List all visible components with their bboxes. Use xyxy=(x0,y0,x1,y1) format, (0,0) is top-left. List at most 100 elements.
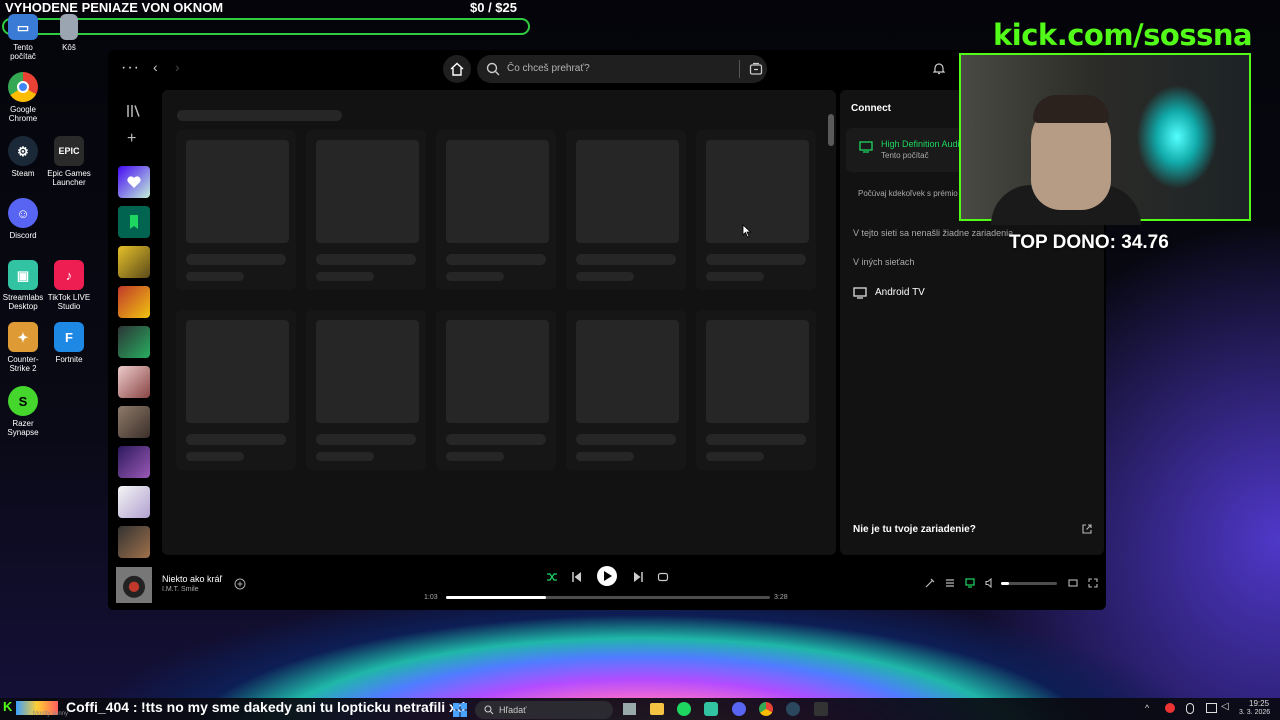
track-artist[interactable]: I.M.T. Smile xyxy=(162,586,199,593)
tray-chevron-icon[interactable]: ^ xyxy=(1145,703,1149,713)
skeleton-card xyxy=(436,130,556,290)
listen-anywhere-text: Počúvaj kdekoľvek s prémiou xyxy=(858,189,958,198)
computer-icon xyxy=(859,141,873,153)
library-icon[interactable] xyxy=(126,104,142,118)
no-devices-text: V tejto sieti sa nenašli žiadne zariaden… xyxy=(853,228,1014,238)
skeleton-card xyxy=(696,130,816,290)
desktop-icon-this-pc[interactable]: ▭ Tento počítač xyxy=(0,14,46,61)
home-button[interactable] xyxy=(443,55,471,83)
queue-icon[interactable] xyxy=(945,578,955,588)
next-icon[interactable] xyxy=(633,571,643,583)
chat-message: !tts no my sme dakedy ani tu lopticku ne… xyxy=(141,699,466,715)
desktop-icon-epic[interactable]: EPIC Epic Games Launcher xyxy=(46,136,92,187)
kick-logo-icon: K xyxy=(3,699,13,714)
miniplayer-icon[interactable] xyxy=(1068,578,1078,588)
task-view-icon[interactable] xyxy=(623,703,636,715)
play-button[interactable] xyxy=(597,566,617,586)
steam-icon[interactable] xyxy=(786,702,800,716)
clock-date[interactable]: 3. 3. 2026 xyxy=(1239,709,1270,716)
chrome-icon[interactable] xyxy=(759,702,773,716)
epic-games-icon: EPIC xyxy=(54,136,84,166)
desktop-icon-fortnite[interactable]: F Fortnite xyxy=(46,322,92,364)
repeat-icon[interactable] xyxy=(657,571,669,583)
playlist-thumb[interactable] xyxy=(118,246,150,278)
desktop-icon-label: Fortnite xyxy=(55,355,83,364)
external-link-icon[interactable] xyxy=(1082,524,1092,534)
playlist-thumb[interactable] xyxy=(118,286,150,318)
desktop-icon-label: Tento počítač xyxy=(10,43,36,61)
volume-slider[interactable] xyxy=(1001,582,1057,585)
not-your-device-link[interactable]: Nie je tu tvoje zariadenie? xyxy=(853,524,976,535)
liked-songs-thumb[interactable] xyxy=(118,166,150,198)
discord-icon[interactable] xyxy=(732,702,746,716)
skeleton-card xyxy=(696,310,816,470)
desktop-icon-label: Razer Synapse xyxy=(7,419,39,437)
add-to-library-icon[interactable] xyxy=(234,578,246,590)
top-donation: TOP DONO: 34.76 xyxy=(1009,232,1169,253)
desktop-icon-steam[interactable]: ⚙ Steam xyxy=(0,136,46,178)
device-android-tv[interactable]: Android TV xyxy=(853,286,973,302)
track-title[interactable]: Niekto ako kráľ xyxy=(162,574,222,584)
volume-icon[interactable] xyxy=(985,578,995,588)
forward-arrow-icon[interactable]: › xyxy=(175,59,180,75)
previous-icon[interactable] xyxy=(572,571,582,583)
playlist-thumb[interactable] xyxy=(118,366,150,398)
back-arrow-icon[interactable]: ‹ xyxy=(153,59,158,75)
saved-episodes-thumb[interactable] xyxy=(118,206,150,238)
shuffle-icon[interactable] xyxy=(546,571,558,583)
skeleton-card xyxy=(566,130,686,290)
speaker-icon[interactable]: ◁ xyxy=(1221,701,1229,712)
skeleton-card xyxy=(176,130,296,290)
connect-device-icon[interactable] xyxy=(965,578,975,588)
weather-text: Mostly sunny xyxy=(33,711,69,717)
connect-title: Connect xyxy=(851,103,891,114)
playlist-thumb[interactable] xyxy=(118,446,150,478)
desktop-icon-razer[interactable]: S Razer Synapse xyxy=(0,386,46,437)
search-divider xyxy=(739,60,740,78)
streamlabs-icon[interactable] xyxy=(704,702,718,716)
desktop-icon-recycle-bin[interactable]: Kôš xyxy=(46,14,92,52)
goal-title: VYHODENE PENIAZE VON OKNOM xyxy=(5,0,224,15)
taskbar-search[interactable]: Hľadať xyxy=(475,701,613,719)
chat-username: Coffi_404 : xyxy=(66,699,138,715)
playlist-thumb[interactable] xyxy=(118,406,150,438)
skeleton-card xyxy=(436,310,556,470)
taskbar: K Coffi_404 : !tts no my sme dakedy ani … xyxy=(0,698,1280,720)
progress-bar[interactable] xyxy=(446,596,770,599)
playlist-thumb[interactable] xyxy=(118,526,150,558)
playlist-thumb[interactable] xyxy=(118,486,150,518)
other-networks-label: V iných sieťach xyxy=(853,257,915,267)
current-device-name: High Definition Audio xyxy=(881,139,965,149)
windows-start-icon[interactable] xyxy=(453,703,467,717)
spotify-window: ··· ‹ › Čo chceš prehrať? + Connect High… xyxy=(108,50,1106,610)
discord-icon: ☺ xyxy=(8,198,38,228)
clock-time[interactable]: 19:25 xyxy=(1249,699,1269,708)
desktop-icon-cs2[interactable]: ✦ Counter-Strike 2 xyxy=(0,322,46,373)
search-bar[interactable]: Čo chceš prehrať? xyxy=(477,55,767,83)
now-playing-view-icon[interactable] xyxy=(925,578,935,588)
scrollbar[interactable] xyxy=(828,114,834,146)
fullscreen-icon[interactable] xyxy=(1088,578,1098,588)
microphone-icon[interactable] xyxy=(1186,703,1194,714)
tray-app-icon[interactable] xyxy=(1165,703,1175,713)
volume-fill xyxy=(1001,582,1010,585)
network-icon[interactable] xyxy=(1206,703,1217,713)
album-cover[interactable] xyxy=(116,567,152,603)
add-icon[interactable]: + xyxy=(127,130,136,148)
skeleton-card xyxy=(176,310,296,470)
desktop-icon-tiktok[interactable]: ♪ TikTok LIVE Studio xyxy=(46,260,92,311)
playlist-thumb[interactable] xyxy=(118,326,150,358)
file-explorer-icon[interactable] xyxy=(650,703,664,715)
spotify-icon[interactable] xyxy=(677,702,691,716)
computer-icon: ▭ xyxy=(8,14,38,40)
desktop-icon-discord[interactable]: ☺ Discord xyxy=(0,198,46,240)
menu-dots-icon[interactable]: ··· xyxy=(121,59,140,77)
bell-icon[interactable] xyxy=(933,62,945,75)
home-icon xyxy=(450,62,464,76)
desktop-icon-streamlabs[interactable]: ▣ Streamlabs Desktop xyxy=(0,260,46,311)
current-device-sub: Tento počítač xyxy=(881,151,929,160)
desktop-icon-chrome[interactable]: Google Chrome xyxy=(0,72,46,123)
epic-games-icon[interactable] xyxy=(814,702,828,716)
browse-icon[interactable] xyxy=(749,62,763,76)
android-tv-label: Android TV xyxy=(875,287,925,298)
